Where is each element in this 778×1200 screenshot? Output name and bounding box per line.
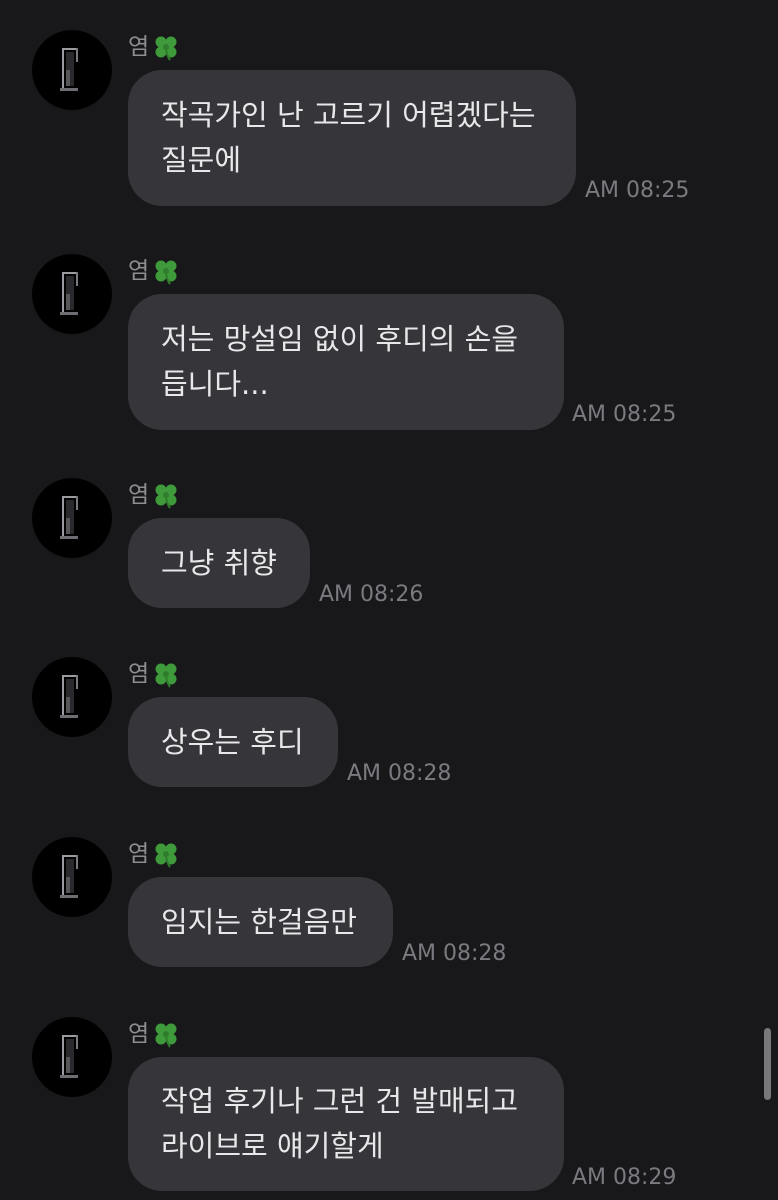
sender-avatar[interactable] [32,1017,112,1097]
window-silhouette-icon [60,496,78,539]
sender-name: 염 [128,478,181,512]
sender-name: 염 [128,254,181,288]
sender-avatar[interactable] [32,657,112,737]
message-timestamp: AM 08:29 [572,1165,677,1190]
message-bubble[interactable]: 상우는 후디 [128,697,338,787]
message-bubble[interactable]: 작업 후기나 그런 건 발매되고 라이브로 얘기할게 [128,1057,564,1191]
four-leaf-clover-icon [155,260,177,285]
message-text-line: 질문에 [161,143,242,177]
sender-name-text: 염 [128,1021,150,1047]
sender-name: 염 [128,1017,181,1051]
message-text-line: 저는 망설임 없이 후디의 손을 [161,322,519,356]
sender-avatar[interactable] [32,837,112,917]
four-leaf-clover-icon [155,36,177,61]
sender-name: 염 [128,30,181,64]
sender-name: 염 [128,657,181,691]
message-bubble[interactable]: 작곡가인 난 고르기 어렵겠다는 질문에 [128,70,576,206]
sender-name: 염 [128,837,181,871]
message-text-line: 상우는 후디 [161,724,304,759]
chat-message-list[interactable]: 염 작곡가인 난 고르기 어렵겠다는 질문에 AM 08:25 염 저는 망설임… [0,0,778,1200]
window-silhouette-icon [60,48,78,91]
sender-name-text: 염 [128,34,150,60]
window-silhouette-icon [60,675,78,718]
sender-avatar[interactable] [32,478,112,558]
four-leaf-clover-icon [155,484,177,509]
four-leaf-clover-icon [155,1023,177,1048]
window-silhouette-icon [60,272,78,315]
window-silhouette-icon [60,855,78,898]
sender-name-text: 염 [128,841,150,867]
message-timestamp: AM 08:26 [319,582,424,607]
sender-name-text: 염 [128,661,150,687]
message-timestamp: AM 08:28 [402,941,507,966]
window-silhouette-icon [60,1035,78,1078]
message-text-line: 라이브로 얘기할게 [161,1129,384,1163]
message-text-line: 그냥 취향 [161,545,277,580]
four-leaf-clover-icon [155,843,177,868]
message-timestamp: AM 08:25 [572,402,677,427]
message-bubble[interactable]: 임지는 한걸음만 [128,877,393,967]
four-leaf-clover-icon [155,663,177,688]
sender-avatar[interactable] [32,30,112,110]
sender-avatar[interactable] [32,254,112,334]
sender-name-text: 염 [128,482,150,508]
message-bubble[interactable]: 그냥 취향 [128,518,310,608]
scrollbar-thumb[interactable] [764,1028,771,1100]
message-text-line: 임지는 한걸음만 [161,904,357,939]
message-timestamp: AM 08:25 [585,178,690,203]
message-text-line: 작곡가인 난 고르기 어렵겠다는 [161,98,536,132]
message-bubble[interactable]: 저는 망설임 없이 후디의 손을 듭니다... [128,294,564,430]
sender-name-text: 염 [128,258,150,284]
message-timestamp: AM 08:28 [347,761,452,786]
message-text-line: 듭니다... [161,367,269,401]
message-text-line: 작업 후기나 그런 건 발매되고 [161,1084,519,1118]
